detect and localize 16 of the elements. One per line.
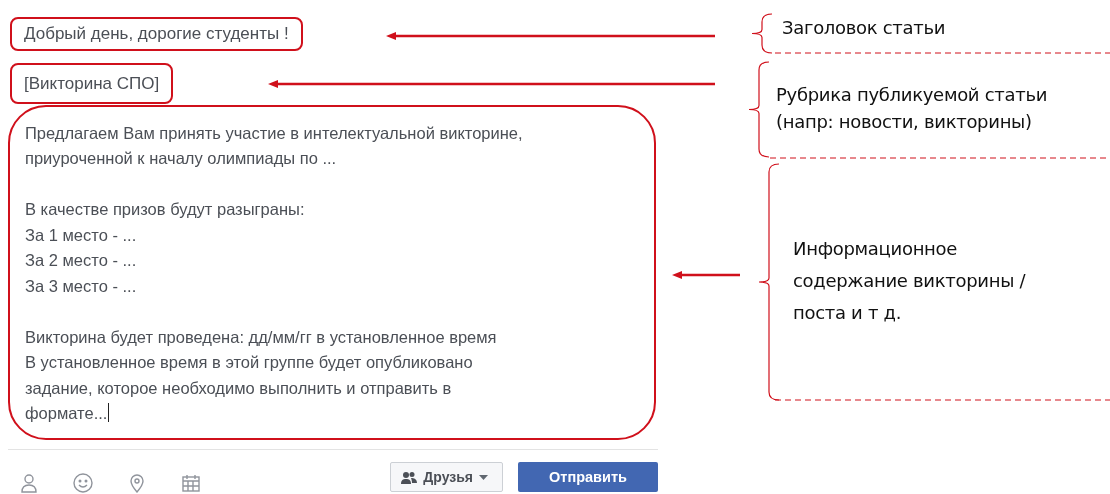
calendar-icon[interactable] (180, 472, 202, 494)
smiley-icon[interactable] (72, 472, 94, 494)
text-cursor (108, 403, 110, 423)
send-button[interactable]: Отправить (518, 462, 658, 492)
caret-icon (479, 474, 488, 480)
curly-brace (751, 13, 773, 54)
annotation-text: Информационное содержание викторины / поста и т д. (793, 237, 1027, 325)
annotation-text: Рубрика публикуемой статьи (напр: новости, викторины) (776, 82, 1049, 134)
people-icon (401, 470, 418, 484)
category-field[interactable]: [Викторина СПО] (10, 63, 174, 104)
annotation-text: Заголовок статьи (782, 15, 947, 40)
post-body-field[interactable]: Предлагаем Вам принять участие в интелектуальной викторине, приуроченной к началу олимпиады по ... В качестве призов будут разыграны: За 1 место - ... За 2 место - ... За 3 место - ... Викторина будет проведена: дд/мм/гг в установленное время В установленное время в этой группе будет опубликовано задание, которое необходимо выполнить и отправить в формате... (8, 104, 656, 440)
post-title-field[interactable]: Добрый день, дорогие студенты ! (10, 17, 303, 52)
audience-dropdown[interactable]: Друзья (390, 462, 503, 492)
person-tag-icon[interactable] (18, 472, 40, 494)
pointer-arrow (672, 271, 740, 279)
